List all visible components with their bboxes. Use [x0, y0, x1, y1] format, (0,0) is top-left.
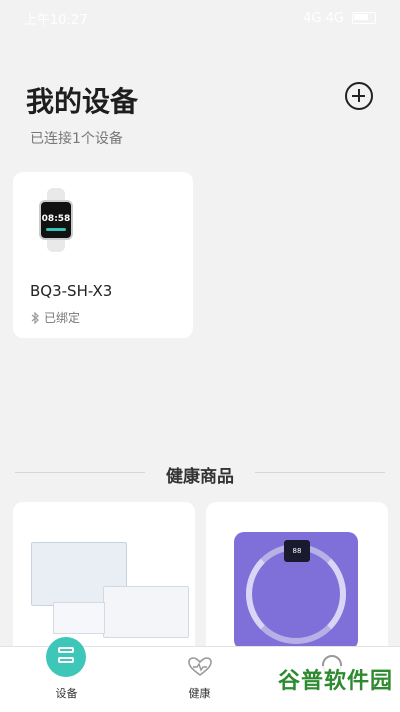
nav-health-label: 健康	[188, 687, 211, 700]
nav-devices[interactable]: 设备	[0, 637, 133, 712]
battery-icon	[352, 12, 376, 24]
body-scale-image: 88	[234, 532, 358, 650]
status-time: 上午10:27	[24, 12, 88, 28]
device-name: BQ3-SH-X3	[30, 282, 113, 300]
heart-pulse-icon	[188, 657, 212, 677]
device-status: 已绑定	[30, 309, 80, 326]
status-bar: 上午10:27 4G 4G	[0, 0, 400, 36]
smartwatch-image: 08:58	[39, 188, 73, 252]
watermark: 谷普软件园	[272, 666, 400, 698]
devices-icon	[46, 637, 86, 677]
product-box	[103, 586, 189, 638]
bluetooth-icon	[31, 311, 39, 324]
signal-icon: 4G 4G	[303, 10, 344, 26]
bound-label: 已绑定	[44, 311, 81, 325]
watch-time: 08:58	[41, 214, 71, 224]
status-icons: 4G 4G	[303, 11, 376, 26]
connected-count: 已连接1个设备	[30, 131, 123, 147]
nav-health[interactable]: 健康	[133, 647, 266, 712]
nav-devices-label: 设备	[55, 687, 78, 700]
section-title: 健康商品	[166, 467, 234, 487]
product-card-massage-patch[interactable]	[13, 502, 195, 662]
product-pack	[53, 602, 105, 634]
page-title: 我的设备	[26, 85, 139, 118]
add-device-button[interactable]	[345, 82, 373, 110]
divider-right	[255, 472, 385, 473]
device-card[interactable]: 08:58 BQ3-SH-X3 已绑定	[13, 172, 193, 338]
product-card-body-scale[interactable]: 88	[206, 502, 388, 662]
